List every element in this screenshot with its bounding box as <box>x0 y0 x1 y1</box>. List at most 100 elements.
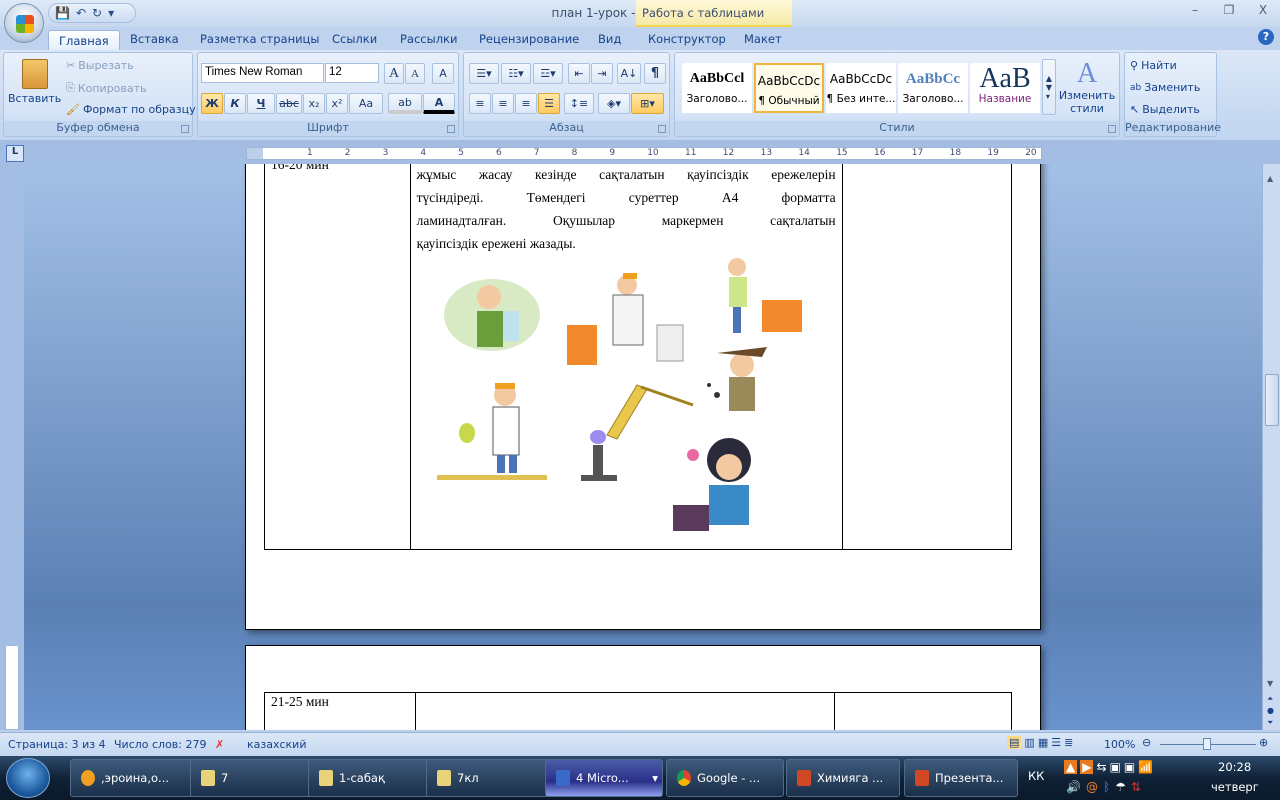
scroll-thumb[interactable] <box>1265 374 1279 426</box>
language[interactable]: казахский <box>247 738 306 751</box>
underline-button[interactable]: Ч <box>247 93 275 114</box>
print-layout-icon[interactable]: ▤ <box>1007 736 1022 749</box>
restore-button[interactable]: ❐ <box>1212 0 1246 22</box>
document-area[interactable]: 16-20 мин жұмыс жасау кезінде сақталатын… <box>24 164 1262 730</box>
clock-time[interactable]: 20:28 <box>1218 760 1251 774</box>
start-button[interactable] <box>6 758 50 798</box>
select-button[interactable]: ↖ Выделить <box>1130 103 1200 116</box>
taskbar-item[interactable]: ,эроина,о... <box>70 759 208 797</box>
outline-icon[interactable]: ☰ <box>1051 736 1061 749</box>
line-spacing-icon[interactable]: ↕≡ <box>564 93 594 114</box>
office-button[interactable] <box>4 3 44 43</box>
style-normal[interactable]: AaBbCcDc ¶ Обычный <box>754 63 824 113</box>
next-page-icon[interactable]: ⏷ <box>1267 718 1273 728</box>
strikethrough-button[interactable]: abc <box>276 93 302 114</box>
mail-agent-icon[interactable]: @ <box>1086 780 1098 794</box>
find-button[interactable]: ⚲ Найти <box>1130 59 1177 72</box>
shading-icon[interactable]: ◈▾ <box>598 93 630 114</box>
tab-layout[interactable]: Макет <box>744 30 782 50</box>
replace-button[interactable]: ab Заменить <box>1130 81 1200 94</box>
font-color-button[interactable]: A <box>423 93 455 114</box>
tray-app-icon[interactable]: ☂ <box>1115 780 1126 794</box>
update-icon[interactable]: ⇅ <box>1131 780 1141 794</box>
vertical-ruler[interactable] <box>5 645 19 730</box>
tab-references[interactable]: Ссылки <box>332 30 377 50</box>
tray-monitor-icon[interactable]: ▣ <box>1110 760 1121 774</box>
volume-icon[interactable]: 🔊 <box>1066 780 1081 794</box>
tray-player-icon[interactable]: ▶ <box>1080 760 1094 774</box>
tab-view[interactable]: Вид <box>598 30 621 50</box>
format-painter-button[interactable]: 🖌 Формат по образцу <box>66 103 196 116</box>
change-case-button[interactable]: Aa <box>349 93 383 114</box>
browse-object-icon[interactable]: ● <box>1267 706 1274 715</box>
notes-cell[interactable] <box>834 692 1012 730</box>
activity-cell[interactable] <box>415 692 835 730</box>
dialog-launcher-icon[interactable] <box>447 125 455 133</box>
show-formatting-button[interactable]: ¶ <box>644 63 666 84</box>
bluetooth-icon[interactable]: ᛒ <box>1103 780 1110 794</box>
time-cell[interactable]: 16-20 мин <box>264 164 411 550</box>
tray-app-icon[interactable]: ▲ <box>1064 760 1078 774</box>
multilevel-list-icon[interactable]: ☲▾ <box>533 63 563 84</box>
clear-formatting-button[interactable]: A <box>432 63 454 84</box>
minimize-button[interactable]: – <box>1178 0 1212 22</box>
highlight-color-button[interactable]: ab <box>388 93 422 114</box>
zoom-level[interactable]: 100% <box>1104 738 1135 751</box>
taskbar-item[interactable]: 7кл <box>426 759 564 797</box>
copy-button[interactable]: ⎘ Копировать <box>66 81 147 95</box>
tray-monitor-icon[interactable]: ▣ <box>1124 760 1135 774</box>
full-screen-reading-icon[interactable]: ▥ <box>1024 736 1034 749</box>
tab-page-layout[interactable]: Разметка страницы <box>200 30 319 50</box>
save-icon[interactable]: 💾 <box>55 6 70 20</box>
zoom-slider-thumb[interactable] <box>1203 738 1211 750</box>
customize-qat-icon[interactable]: ▾ <box>108 6 114 20</box>
align-left-icon[interactable]: ≡ <box>469 93 491 114</box>
increase-indent-icon[interactable]: ⇥ <box>591 63 613 84</box>
align-right-icon[interactable]: ≡ <box>515 93 537 114</box>
help-icon[interactable]: ? <box>1258 29 1274 45</box>
decrease-indent-icon[interactable]: ⇤ <box>568 63 590 84</box>
bullets-icon[interactable]: ☰▾ <box>469 63 499 84</box>
horizontal-ruler[interactable]: 1 2 3 4 5 6 7 8 9 10 11 12 13 14 15 16 17 18 19 20 <box>246 147 1042 160</box>
dialog-launcher-icon[interactable] <box>181 125 189 133</box>
font-name-select[interactable]: Times New Roman <box>201 63 324 83</box>
styles-scroll-icon[interactable]: ▲ ▼ ▾ <box>1042 59 1056 115</box>
italic-button[interactable]: К <box>224 93 246 114</box>
tray-network-icon[interactable]: ⇆ <box>1096 760 1106 774</box>
word-count[interactable]: Число слов: 279 <box>114 738 207 751</box>
tab-selector[interactable]: L <box>6 145 24 162</box>
grow-font-button[interactable]: A <box>384 63 404 84</box>
language-indicator[interactable]: КК <box>1028 769 1044 783</box>
tab-design[interactable]: Конструктор <box>648 30 726 50</box>
cut-button[interactable]: ✂ Вырезать <box>66 59 134 72</box>
change-styles-button[interactable]: A Изменить стили <box>1059 59 1115 116</box>
draft-icon[interactable]: ≣ <box>1064 736 1073 749</box>
style-no-spacing[interactable]: AaBbCcDc ¶ Без инте... <box>826 63 896 113</box>
previous-page-icon[interactable]: ⏶ <box>1267 694 1273 704</box>
numbering-icon[interactable]: ☷▾ <box>501 63 531 84</box>
tab-mailings[interactable]: Рассылки <box>400 30 457 50</box>
taskbar-item[interactable]: Химияга ... <box>786 759 900 797</box>
activity-cell[interactable]: жұмыс жасау кезінде сақталатын қауіпсізд… <box>409 164 843 550</box>
zoom-out-icon[interactable]: ⊖ <box>1142 736 1151 749</box>
page-count[interactable]: Страница: 3 из 4 <box>8 738 106 751</box>
redo-icon[interactable]: ↻ <box>92 6 102 20</box>
scroll-up-icon[interactable]: ▲ <box>1267 174 1273 183</box>
proofing-icon[interactable]: ✗ <box>215 738 224 751</box>
web-layout-icon[interactable]: ▦ <box>1038 736 1048 749</box>
sort-button[interactable]: А↓ <box>617 63 641 84</box>
style-heading-2[interactable]: AaBbCc Заголово... <box>898 63 968 113</box>
time-cell[interactable]: 21-25 мин <box>264 692 416 730</box>
taskbar-item[interactable]: Google - ... <box>666 759 784 797</box>
tab-review[interactable]: Рецензирование <box>479 30 579 50</box>
subscript-button[interactable]: x₂ <box>303 93 325 114</box>
style-heading-1[interactable]: AaBbCcl Заголово... <box>682 63 752 113</box>
undo-icon[interactable]: ↶ <box>76 6 86 20</box>
tab-insert[interactable]: Вставка <box>130 30 179 50</box>
tray-wifi-icon[interactable]: 📶 <box>1138 760 1153 774</box>
bold-button[interactable]: Ж <box>201 93 223 114</box>
taskbar-item[interactable]: Презента... <box>904 759 1018 797</box>
align-center-icon[interactable]: ≡ <box>492 93 514 114</box>
justify-icon[interactable]: ☰ <box>538 93 560 114</box>
borders-icon[interactable]: ⊞▾ <box>631 93 664 114</box>
